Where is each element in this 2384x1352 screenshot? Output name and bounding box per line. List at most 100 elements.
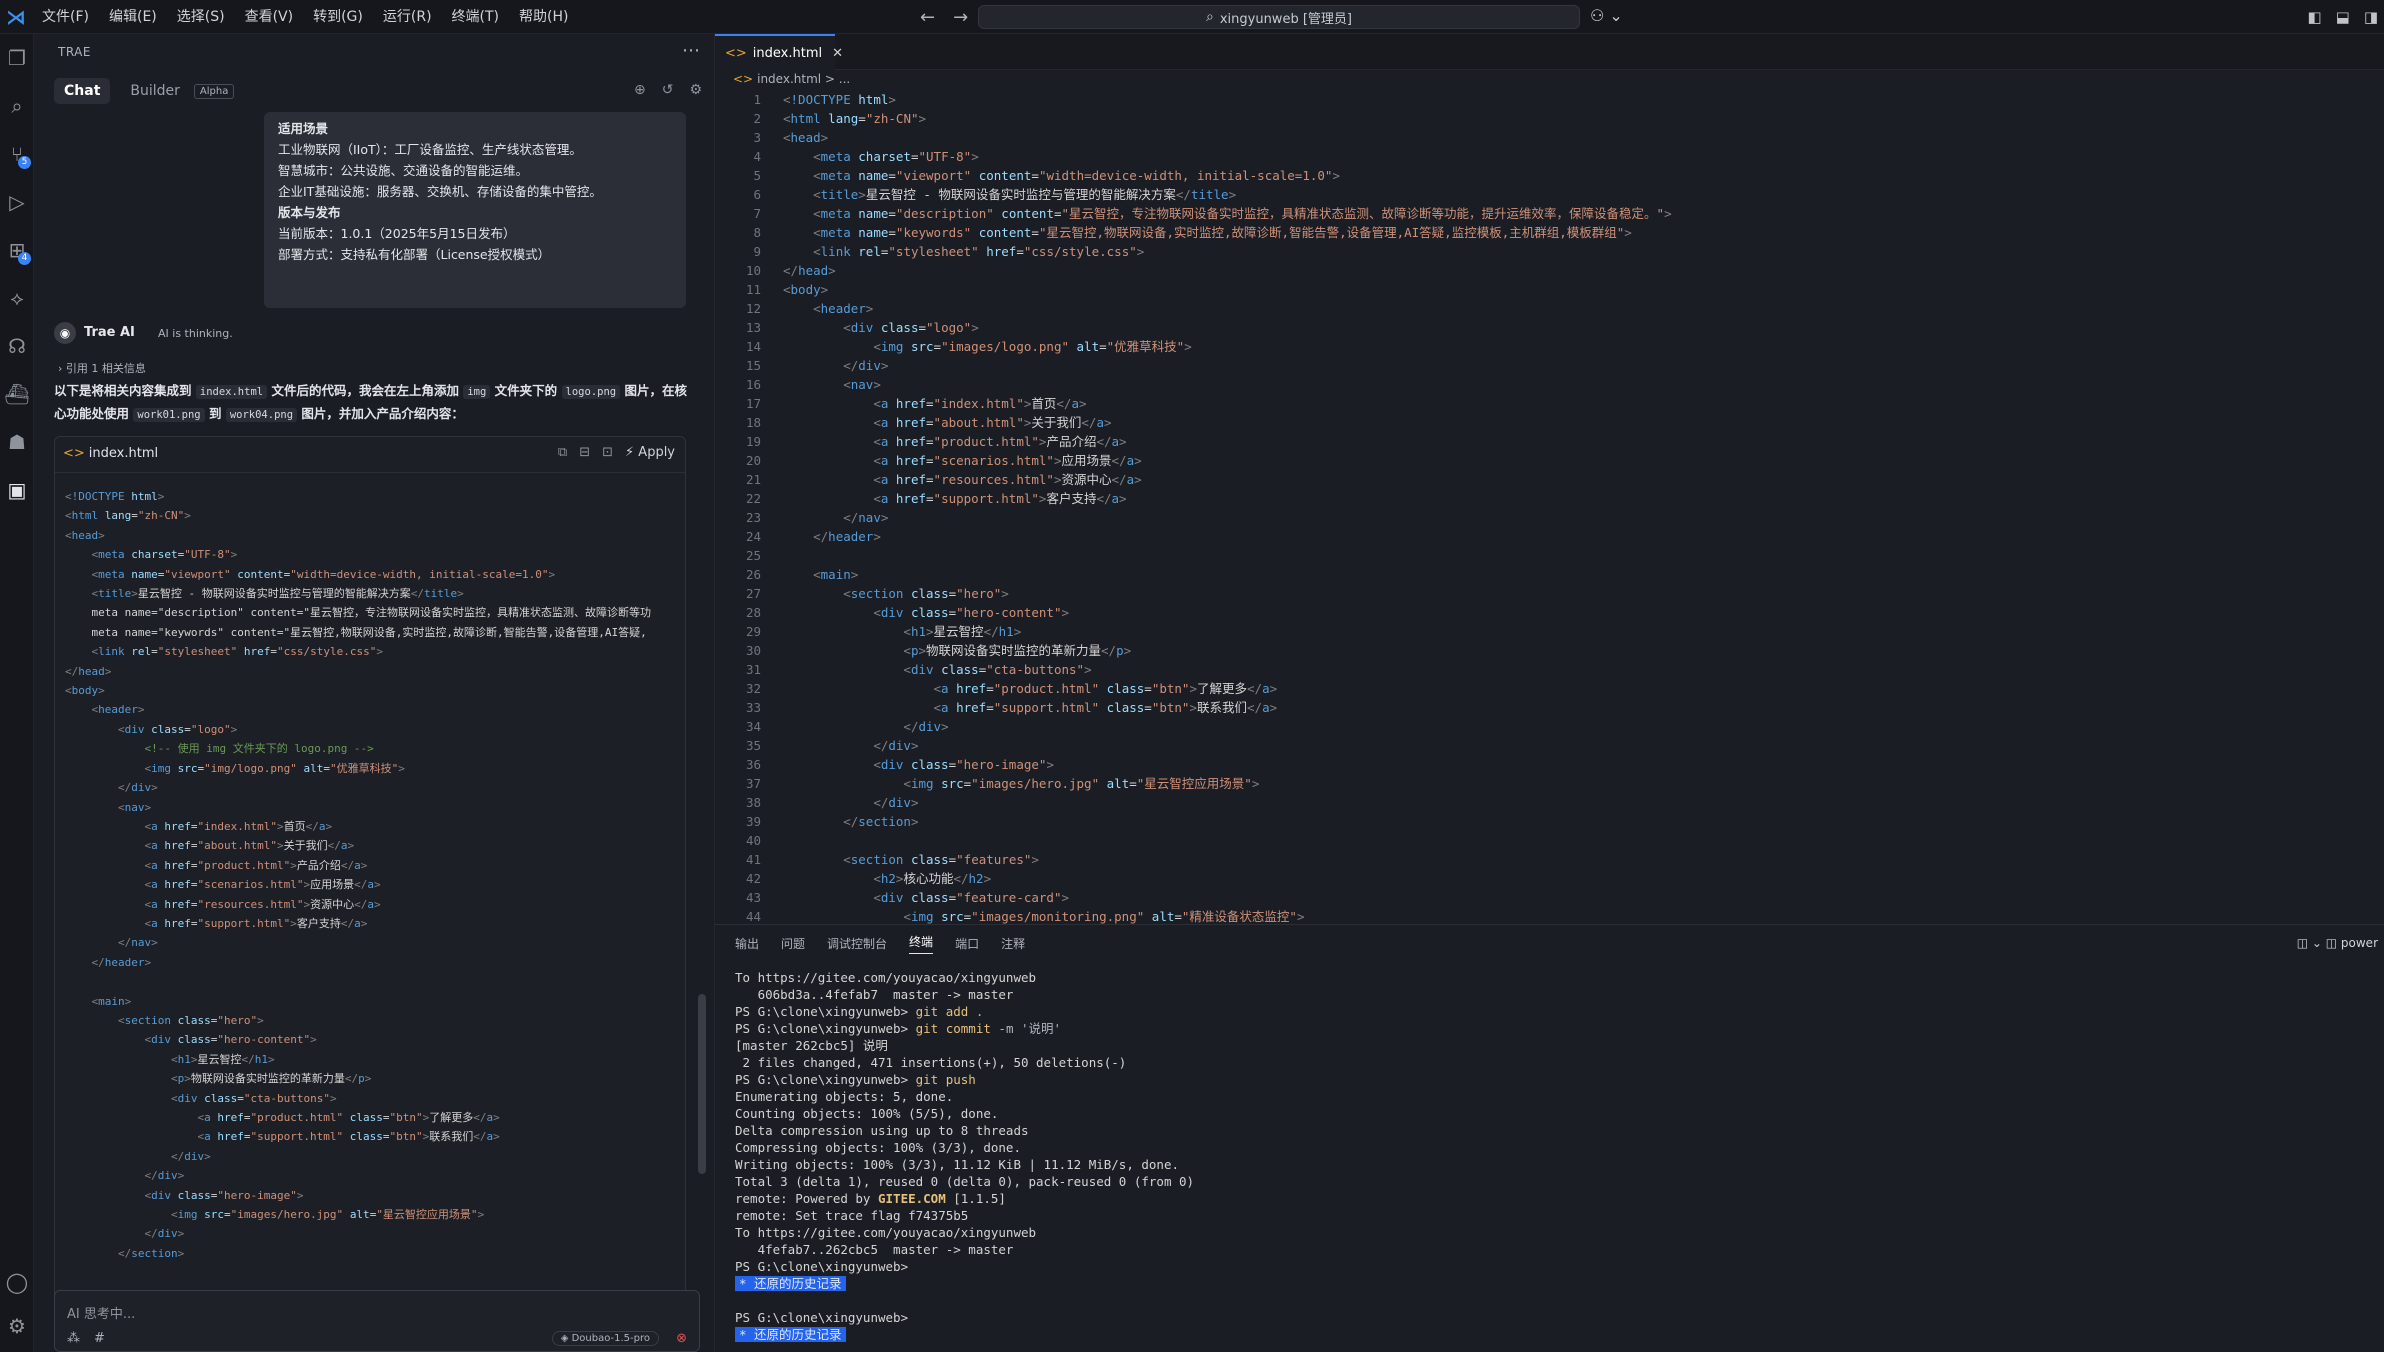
copilot-icon[interactable]: ☊	[0, 326, 34, 366]
panel-tab-5[interactable]: 注释	[1001, 935, 1025, 952]
extensions-icon[interactable]: ⊞ 4	[0, 230, 34, 270]
editor-line: <a href="product.html">产品介绍</a>	[873, 434, 1127, 449]
search-icon: ⌕	[1206, 9, 1214, 25]
stop-icon[interactable]: ⊗	[676, 1331, 687, 1346]
code-line: <header>	[91, 703, 145, 717]
forward-arrow-icon[interactable]: →	[953, 7, 968, 28]
ai-avatar: ◉	[54, 322, 76, 344]
line-number: 16	[745, 377, 761, 392]
copy-icon[interactable]: ⧉	[558, 445, 567, 460]
diff-icon[interactable]: ⊡	[602, 445, 613, 460]
chat-input-placeholder: AI 思考中...	[67, 1307, 136, 1322]
line-number: 41	[745, 852, 761, 867]
menu-item-4[interactable]: 转到(G)	[303, 0, 373, 34]
model-selector[interactable]: ◈ Doubao-1.5-pro	[551, 1331, 659, 1346]
source-control-icon[interactable]: ⑂ 5	[0, 134, 34, 174]
editor-tab-index[interactable]: <> index.html ✕	[715, 34, 843, 70]
hash-icon[interactable]: #	[94, 1331, 105, 1346]
chat-icon[interactable]: ☗	[0, 422, 34, 462]
line-number: 43	[745, 890, 761, 905]
html-file-icon: <>	[63, 446, 85, 461]
menu-item-5[interactable]: 运行(R)	[373, 0, 442, 34]
editor-line: <img src="images/logo.png" alt="优雅草科技">	[873, 339, 1192, 354]
line-number: 32	[745, 681, 761, 696]
terminal-line: [master 262cbc5] 说明	[735, 1038, 888, 1053]
html-file-icon: <>	[733, 72, 754, 86]
code-line: <body>	[65, 684, 105, 698]
menu-item-0[interactable]: 文件(F)	[32, 0, 99, 34]
tab-chat[interactable]: Chat	[54, 78, 111, 104]
terminal-line: Compressing objects: 100% (3/3), done.	[735, 1140, 1021, 1155]
code-actions: ⧉ ⊟ ⊡ ⚡ Apply	[558, 445, 675, 460]
panel-tab-3[interactable]: 终端	[909, 933, 934, 954]
code-editor[interactable]: <!DOCTYPE html> <html lang="zh-CN"> <head>…	[783, 90, 1672, 926]
chat-input[interactable]: AI 思考中... ⁂ # ◈ Doubao-1.5-pro ⊗	[54, 1290, 700, 1352]
layout-sidebar-icon[interactable]: ◧	[2307, 8, 2321, 26]
more-icon[interactable]: ⋯	[682, 40, 700, 61]
panel-tab-0[interactable]: 输出	[735, 935, 759, 952]
user-message-line: 部署方式：支持私有化部署（License授权模式）	[278, 247, 551, 262]
remote-icon[interactable]: ⟡	[0, 278, 34, 318]
menu-item-7[interactable]: 帮助(H)	[509, 0, 578, 34]
editor-line: <meta name="viewport" content="width=dev…	[813, 168, 1340, 183]
account-icon[interactable]: ◯	[0, 1262, 34, 1302]
layout-panel-icon[interactable]: ⬓	[2336, 8, 2350, 26]
menu-item-6[interactable]: 终端(T)	[442, 0, 509, 34]
close-icon[interactable]: ✕	[832, 46, 843, 61]
editor-line: <meta name="description" content="星云智控，专…	[813, 206, 1672, 221]
terminal-line: Delta compression using up to 8 threads	[735, 1123, 1029, 1138]
magic-icon[interactable]: ⁂	[67, 1331, 80, 1346]
citation-toggle[interactable]: › 引用 1 相关信息	[58, 360, 146, 376]
menu-item-2[interactable]: 选择(S)	[167, 0, 235, 34]
terminal-line: To https://gitee.com/youyacao/xingyunweb	[735, 970, 1037, 985]
editor-line: </div>	[873, 738, 919, 753]
menu-item-1[interactable]: 编辑(E)	[99, 0, 167, 34]
panel-tab-2[interactable]: 调试控制台	[827, 935, 887, 952]
editor-line: <main>	[813, 567, 859, 582]
code-line: <head>	[65, 528, 105, 542]
editor-line: <a href="support.html" class="btn">联系我们<…	[933, 700, 1278, 715]
trae-panel-icon[interactable]: ▣	[0, 470, 34, 510]
code-line: meta name="keywords" content="星云智控,物联网设备…	[91, 625, 647, 639]
settings-icon[interactable]: ⚙	[0, 1306, 34, 1346]
citation-text: 引用 1 相关信息	[65, 362, 146, 375]
search-icon[interactable]: ⌕	[0, 86, 34, 126]
code-line: </div>	[144, 1169, 185, 1183]
line-number: 19	[745, 434, 761, 449]
code-line: <div class="hero-image">	[144, 1188, 304, 1202]
ai-text: 文件夹下的	[494, 383, 558, 398]
apply-button[interactable]: ⚡ Apply	[625, 445, 675, 460]
agent-icon[interactable]: ⚇ ⌄	[1590, 6, 1623, 25]
code-line: </div>	[117, 781, 158, 795]
editor-line: <section class="hero">	[843, 586, 1009, 601]
terminal-profile[interactable]: ◫ ⌄ ◫ power	[2297, 936, 2378, 950]
code-line: <main>	[91, 994, 132, 1008]
editor-line: </div>	[873, 795, 919, 810]
editor-line: <div class="cta-buttons">	[903, 662, 1092, 677]
apply-label: Apply	[638, 445, 675, 460]
menu-item-3[interactable]: 查看(V)	[235, 0, 304, 34]
panel-tabs: 输出 问题 调试控制台 终端 端口 注释	[715, 925, 2384, 961]
run-debug-icon[interactable]: ▷	[0, 182, 34, 222]
breadcrumb[interactable]: <> index.html > ...	[733, 72, 850, 86]
gear-icon[interactable]: ⚙	[689, 82, 702, 98]
explorer-icon[interactable]: ❐	[0, 38, 34, 78]
new-chat-icon[interactable]: ⊕	[634, 82, 646, 98]
chat-scrollbar[interactable]	[698, 994, 706, 1174]
panel-tab-4[interactable]: 端口	[955, 935, 979, 952]
terminal-line: PS G:\clone\xingyunweb> git commit -m '说…	[735, 1021, 1062, 1036]
command-search[interactable]: ⌕ xingyunweb [管理员]	[978, 5, 1580, 29]
line-number: 1	[753, 92, 761, 107]
terminal-line: 4fefab7..262cbc5 master -> master	[735, 1242, 1014, 1257]
insert-icon[interactable]: ⊟	[579, 445, 590, 460]
terminal-output[interactable]: To https://gitee.com/youyacao/xingyunweb…	[735, 969, 1194, 1343]
line-number: 8	[753, 225, 761, 240]
back-arrow-icon[interactable]: ←	[920, 7, 935, 28]
docker-icon[interactable]: ⛴	[0, 374, 34, 414]
panel-tab-1[interactable]: 问题	[781, 935, 805, 952]
layout-secondary-icon[interactable]: ◨	[2364, 8, 2378, 26]
tab-builder[interactable]: Builder	[120, 78, 190, 104]
history-icon[interactable]: ↺	[662, 82, 674, 98]
